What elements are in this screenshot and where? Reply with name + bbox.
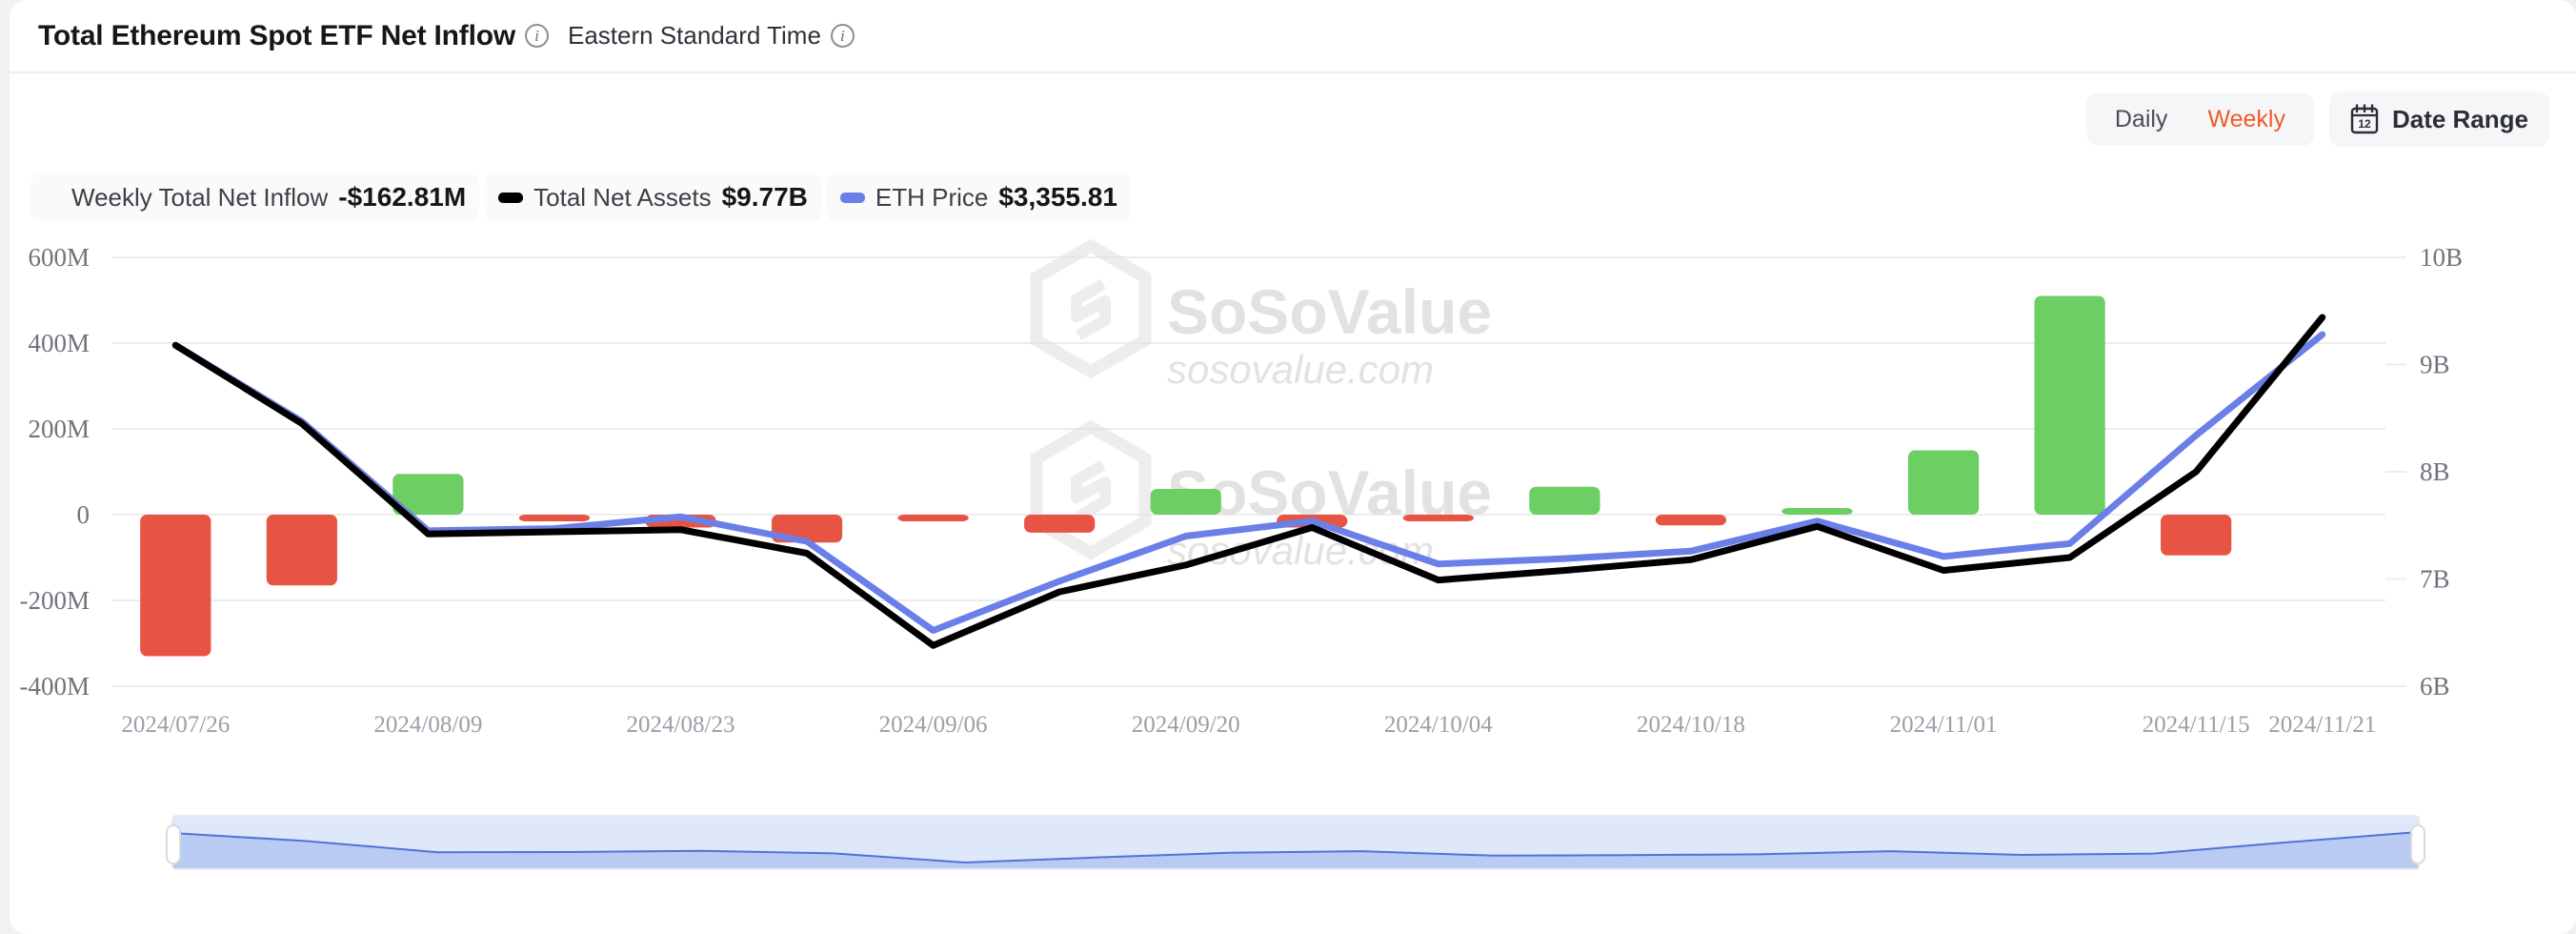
chart-bar[interactable] <box>1907 450 1980 516</box>
chart-bar[interactable] <box>1781 508 1853 515</box>
legend-item-eth-price[interactable]: ETH Price $3,355.81 <box>826 173 1131 221</box>
y-axis-tick-label: -200M <box>20 586 91 615</box>
legend-swatch-bar-icon <box>498 192 524 203</box>
frequency-toggle: Daily Weekly <box>2085 92 2314 146</box>
chart-y-axis-left: 600M 400M 200M 0 -200M -400M <box>20 243 91 700</box>
legend-label-eth-price: ETH Price <box>875 182 989 212</box>
chart-bar[interactable] <box>2034 295 2105 516</box>
x-axis-tick-label: 2024/10/04 <box>1384 712 1493 738</box>
chart-bar[interactable] <box>1529 486 1600 515</box>
chart-bar[interactable] <box>1150 489 1221 515</box>
legend-item-net-inflow[interactable]: Weekly Total Net Inflow -$162.81M <box>30 173 480 221</box>
y2-axis-tick-label: 10B <box>2420 243 2463 272</box>
chart-legend: Weekly Total Net Inflow -$162.81M Total … <box>30 173 1131 221</box>
etf-net-inflow-card: Total Ethereum Spot ETF Net Inflow i Eas… <box>10 0 2576 934</box>
chart-bar[interactable] <box>1655 515 1727 526</box>
y-axis-tick-label: -400M <box>20 672 91 700</box>
chart-bar[interactable] <box>266 515 337 586</box>
chart-plot-area[interactable]: SoSoValue sosovalue.com SoSoValue sosova… <box>10 238 2576 810</box>
y2-axis-tick-label: 7B <box>2420 565 2450 594</box>
chart-bar[interactable] <box>897 515 969 521</box>
legend-label-net-assets: Total Net Assets <box>533 182 712 212</box>
x-axis-tick-label: 2024/11/15 <box>2143 712 2250 738</box>
card-header: Total Ethereum Spot ETF Net Inflow i Eas… <box>10 0 2576 73</box>
brush-left-handle[interactable] <box>166 824 181 864</box>
chart-toolbar: Daily Weekly 12 Date Range <box>2085 91 2549 147</box>
x-axis-tick-label: 2024/07/26 <box>121 712 230 738</box>
chart-bar[interactable] <box>1024 515 1096 533</box>
legend-swatch-bar-icon <box>839 192 865 203</box>
x-axis-tick-label: 2024/09/20 <box>1132 712 1240 738</box>
calendar-icon-day: 12 <box>2358 117 2371 131</box>
legend-value-net-assets: $9.77B <box>721 182 808 212</box>
legend-value-net-inflow: -$162.81M <box>338 182 467 212</box>
chart-bar[interactable] <box>1402 515 1474 521</box>
chart-x-axis: 2024/07/26 2024/08/09 2024/08/23 2024/09/06… <box>112 685 2385 738</box>
calendar-icon: 12 <box>2350 104 2379 134</box>
legend-swatch-split-icon <box>44 185 61 210</box>
watermark-domain: sosovalue.com <box>1167 347 1434 392</box>
brush-right-handle[interactable] <box>2410 824 2425 864</box>
y2-axis-tick-label: 6B <box>2420 672 2450 700</box>
y-axis-tick-label: 200M <box>28 415 90 443</box>
chart-bar[interactable] <box>2161 515 2232 556</box>
x-axis-tick-label: 2024/11/01 <box>1890 712 1998 738</box>
frequency-weekly-button[interactable]: Weekly <box>2190 102 2303 137</box>
timezone-info-icon[interactable]: i <box>830 24 855 48</box>
frequency-daily-button[interactable]: Daily <box>2098 102 2185 137</box>
y2-axis-tick-label: 9B <box>2420 351 2450 379</box>
date-range-button[interactable]: 12 Date Range <box>2328 91 2549 147</box>
chart-range-brush[interactable] <box>166 815 2425 870</box>
x-axis-tick-label: 2024/08/23 <box>627 712 735 738</box>
y2-axis-tick-label: 8B <box>2420 457 2450 486</box>
chart-bar[interactable] <box>518 515 591 521</box>
chart-y-axis-right: 10B 9B 8B 7B 6B <box>2385 243 2463 700</box>
x-axis-tick-label: 2024/08/09 <box>373 712 482 738</box>
timezone-label: Eastern Standard Time <box>567 21 821 50</box>
x-axis-tick-label: 2024/09/06 <box>879 712 988 738</box>
date-range-label: Date Range <box>2391 104 2528 133</box>
title-info-icon[interactable]: i <box>524 24 549 48</box>
legend-item-net-assets[interactable]: Total Net Assets $9.77B <box>485 173 821 221</box>
x-axis-tick-label: 2024/11/21 <box>2268 712 2376 738</box>
legend-label-net-inflow: Weekly Total Net Inflow <box>71 182 329 212</box>
legend-value-eth-price: $3,355.81 <box>998 182 1117 212</box>
y-axis-tick-label: 600M <box>28 243 90 272</box>
y-axis-tick-label: 0 <box>77 500 91 529</box>
chart-bar[interactable] <box>140 515 211 657</box>
watermark-brand: SoSoValue <box>1167 276 1492 347</box>
brush-area <box>173 817 2418 868</box>
y-axis-tick-label: 400M <box>28 329 90 357</box>
x-axis-tick-label: 2024/10/18 <box>1637 712 1745 738</box>
page-title: Total Ethereum Spot ETF Net Inflow <box>38 19 515 51</box>
